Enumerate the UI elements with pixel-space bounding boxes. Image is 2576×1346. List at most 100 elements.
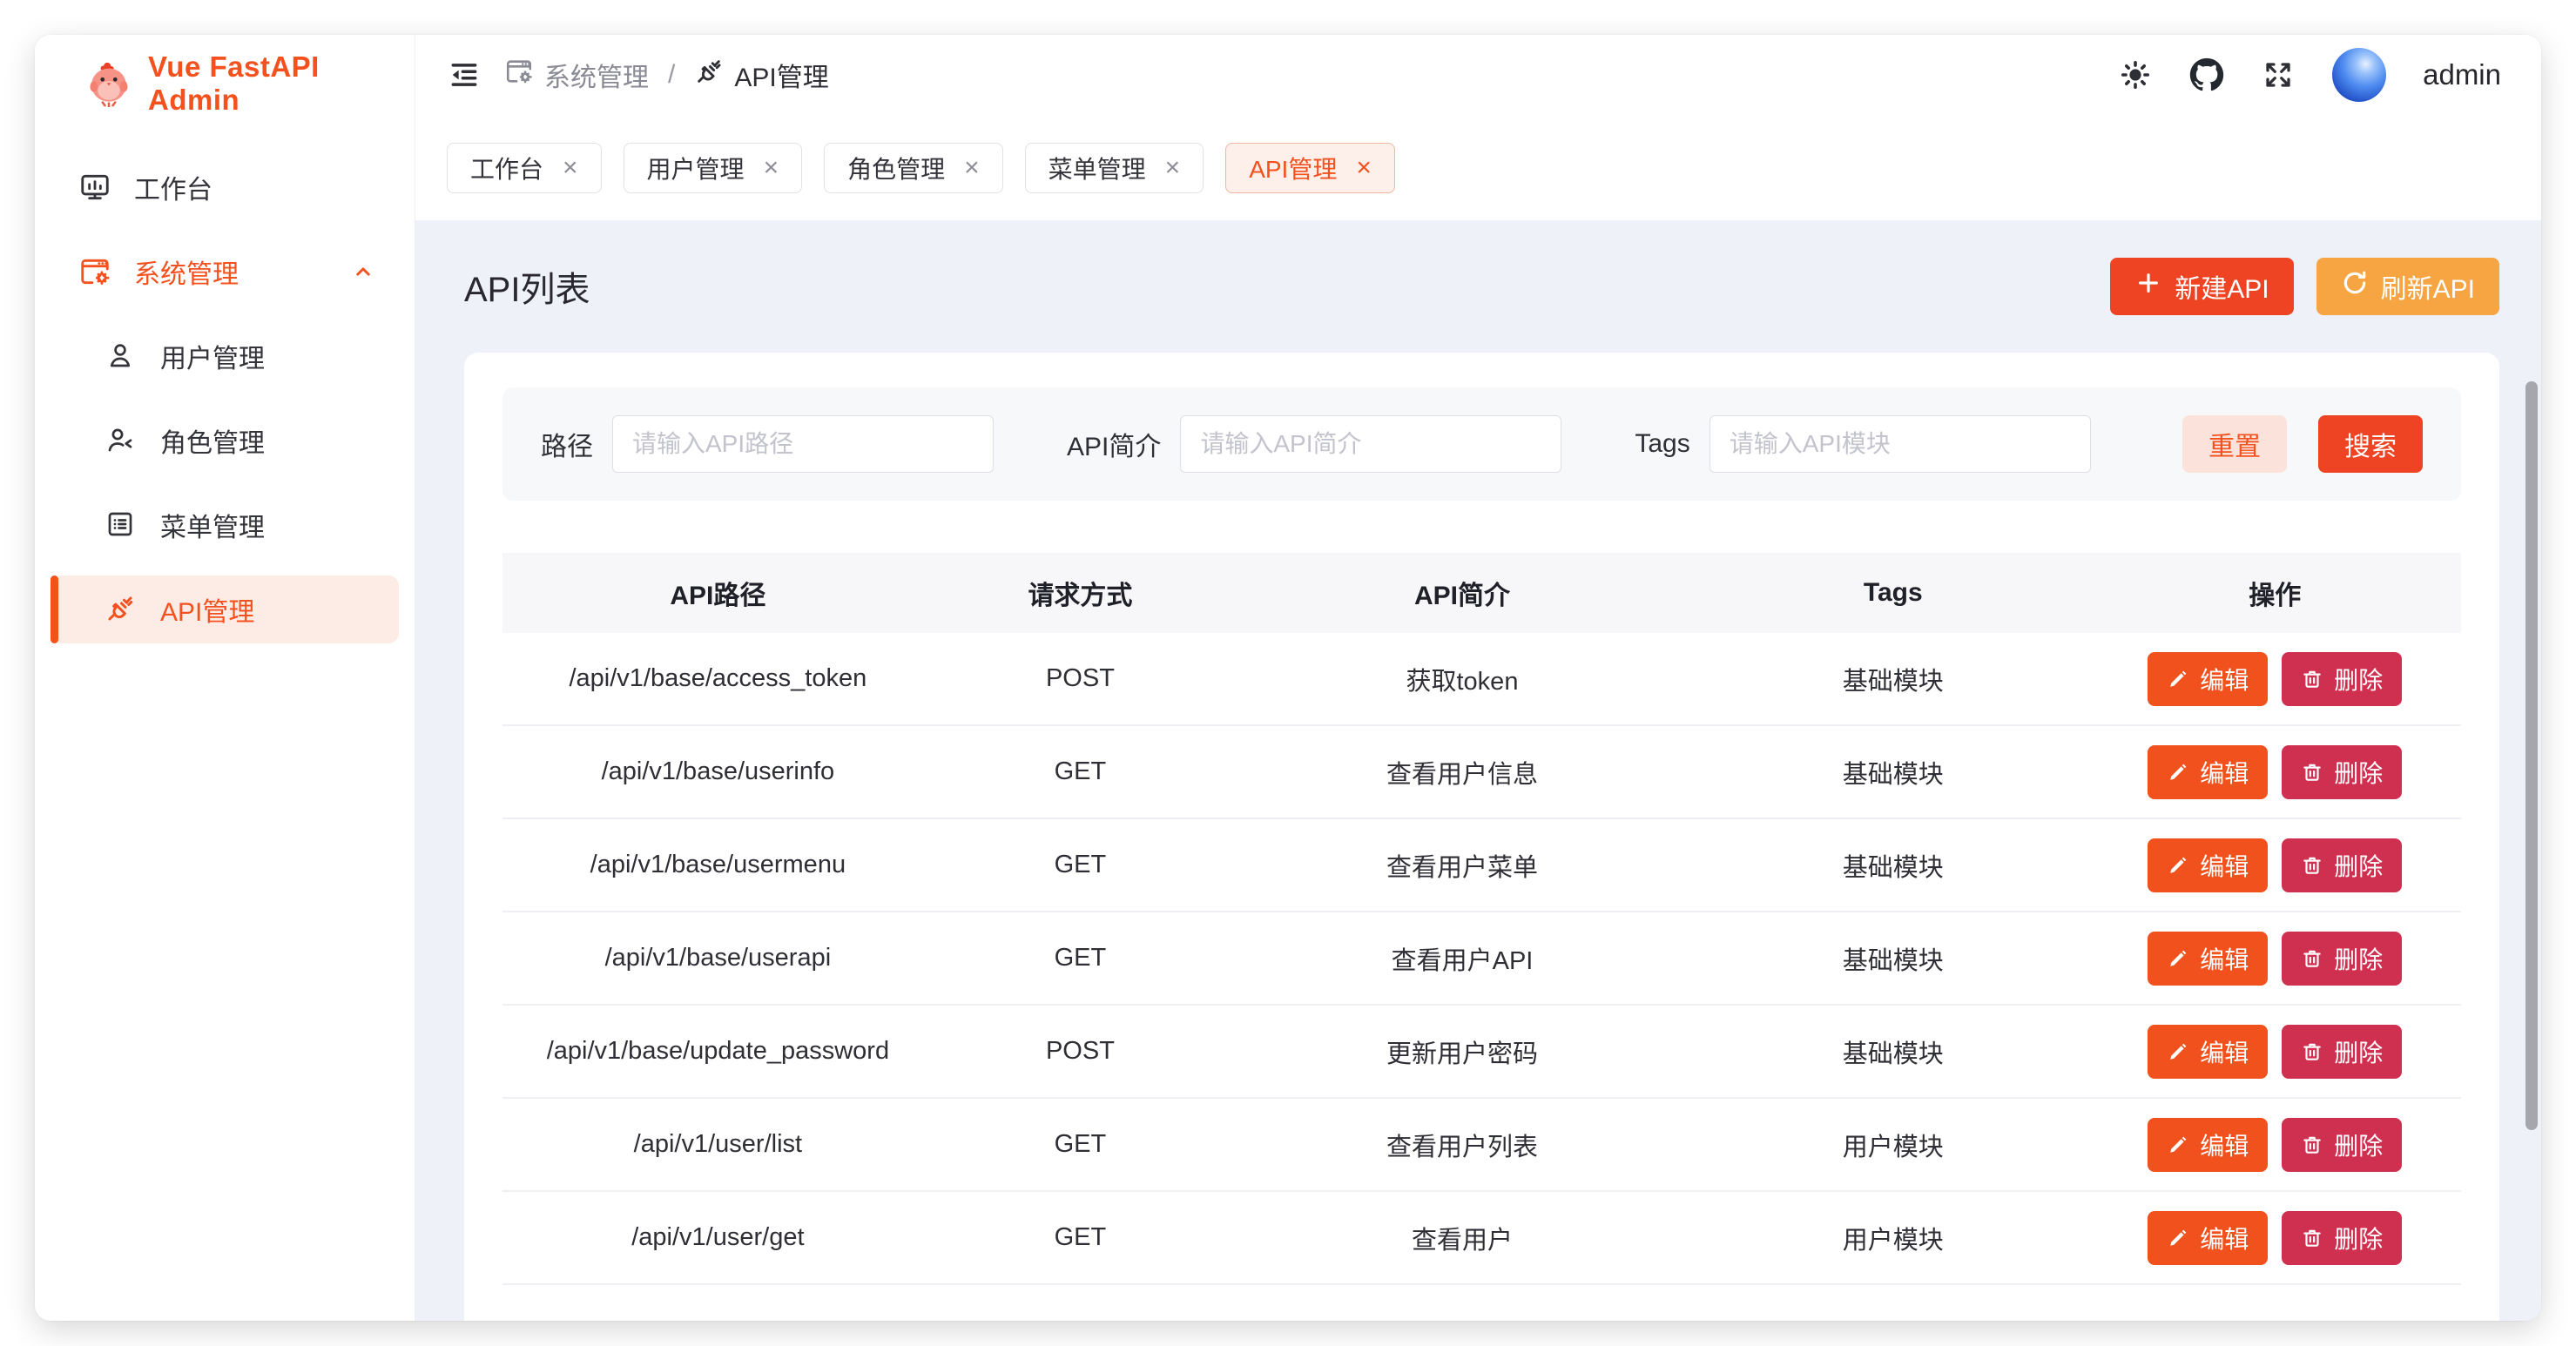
cell-path: /api/v1/base/update_password <box>502 1037 934 1066</box>
sidebar-collapse-icon[interactable] <box>447 57 482 92</box>
breadcrumb-separator: / <box>668 60 675 90</box>
create-api-label: 新建API <box>2175 267 2269 306</box>
tab-label: API管理 <box>1249 151 1337 185</box>
refresh-api-label: 刷新API <box>2381 267 2475 306</box>
sidebar-item-system[interactable]: 系统管理 <box>51 238 399 306</box>
app-window: Vue FastAPI Admin 工作台 <box>35 35 2541 1321</box>
tags-filter-input[interactable] <box>1709 415 2091 473</box>
cell-actions: 编辑 删除 <box>2089 1118 2461 1172</box>
cell-actions: 编辑 删除 <box>2089 745 2461 799</box>
col-header-actions: 操作 <box>2089 574 2461 612</box>
top-bar: 系统管理 / API管理 <box>415 35 2541 115</box>
edit-button[interactable]: 编辑 <box>2148 932 2268 986</box>
path-filter-label: 路径 <box>541 425 593 463</box>
breadcrumb-label: API管理 <box>734 56 828 94</box>
tab-menus[interactable]: 菜单管理 × <box>1025 143 1204 193</box>
cell-tags: 用户模块 <box>1697 1127 2089 1163</box>
create-api-button[interactable]: 新建API <box>2110 258 2293 315</box>
sidebar-item-menus[interactable]: 菜单管理 <box>51 491 399 559</box>
page-header: API列表 新建API <box>464 220 2499 353</box>
github-icon[interactable] <box>2189 57 2224 92</box>
delete-button[interactable]: 删除 <box>2282 1118 2402 1172</box>
col-header-path: API路径 <box>502 574 934 612</box>
topbar-actions: admin <box>2118 48 2501 102</box>
close-icon[interactable]: × <box>964 155 980 181</box>
sidebar-item-label: 系统管理 <box>134 252 239 291</box>
delete-button[interactable]: 删除 <box>2282 838 2402 892</box>
close-icon[interactable]: × <box>563 155 578 181</box>
cell-method: POST <box>934 664 1227 693</box>
tab-bar: 工作台 × 用户管理 × 角色管理 × 菜单管理 × API管理 × <box>415 115 2541 220</box>
cell-summary: 获取token <box>1227 661 1697 697</box>
delete-button[interactable]: 删除 <box>2282 652 2402 706</box>
tab-label: 菜单管理 <box>1049 151 1146 185</box>
tab-users[interactable]: 用户管理 × <box>624 143 803 193</box>
edit-button[interactable]: 编辑 <box>2148 1025 2268 1079</box>
path-filter-input[interactable] <box>612 415 994 473</box>
theme-sun-icon[interactable] <box>2118 57 2153 92</box>
tab-workbench[interactable]: 工作台 × <box>447 143 602 193</box>
user-icon <box>105 340 138 373</box>
logo[interactable]: Vue FastAPI Admin <box>35 35 415 132</box>
refresh-api-button[interactable]: 刷新API <box>2316 258 2499 315</box>
delete-button[interactable]: 删除 <box>2282 1025 2402 1079</box>
page-actions: 新建API 刷新API <box>2110 258 2499 315</box>
user-avatar[interactable] <box>2332 48 2386 102</box>
sidebar-item-workbench[interactable]: 工作台 <box>51 153 399 221</box>
plus-icon <box>2134 269 2162 304</box>
edit-button[interactable]: 编辑 <box>2148 652 2268 706</box>
sidebar-item-label: 菜单管理 <box>160 506 265 544</box>
close-icon[interactable]: × <box>1165 155 1181 181</box>
tab-label: 角色管理 <box>847 151 945 185</box>
api-plug-icon <box>105 593 138 626</box>
vertical-scrollbar-thumb[interactable] <box>2525 381 2538 1130</box>
username-label[interactable]: admin <box>2423 58 2501 91</box>
tab-roles[interactable]: 角色管理 × <box>824 143 1003 193</box>
cell-method: GET <box>934 851 1227 879</box>
cell-path: /api/v1/base/userinfo <box>502 757 934 786</box>
tab-api[interactable]: API管理 × <box>1225 143 1395 193</box>
fullscreen-icon[interactable] <box>2261 57 2296 92</box>
page-title: API列表 <box>464 261 590 312</box>
close-icon[interactable]: × <box>1356 155 1372 181</box>
breadcrumb: 系统管理 / API管理 <box>504 56 829 94</box>
cell-path: /api/v1/base/access_token <box>502 664 934 693</box>
delete-button[interactable]: 删除 <box>2282 932 2402 986</box>
col-header-summary: API简介 <box>1227 574 1697 612</box>
breadcrumb-item-system[interactable]: 系统管理 <box>504 56 649 94</box>
cell-path: /api/v1/user/list <box>502 1130 934 1159</box>
content-area: API列表 新建API <box>415 220 2541 1321</box>
cell-actions: 编辑 删除 <box>2089 838 2461 892</box>
edit-button[interactable]: 编辑 <box>2148 745 2268 799</box>
workbench-icon <box>78 171 111 204</box>
close-icon[interactable]: × <box>764 155 779 181</box>
cell-tags: 基础模块 <box>1697 1033 2089 1070</box>
search-button[interactable]: 搜索 <box>2318 415 2423 473</box>
edit-button[interactable]: 编辑 <box>2148 1118 2268 1172</box>
edit-button[interactable]: 编辑 <box>2148 1211 2268 1265</box>
reset-button[interactable]: 重置 <box>2182 415 2287 473</box>
delete-button[interactable]: 删除 <box>2282 1211 2402 1265</box>
edit-button[interactable]: 编辑 <box>2148 838 2268 892</box>
sidebar-item-api[interactable]: API管理 <box>51 575 399 643</box>
main-area: 系统管理 / API管理 <box>415 35 2541 1321</box>
tab-label: 用户管理 <box>647 151 745 185</box>
summary-filter-input[interactable] <box>1180 415 1561 473</box>
cell-summary: 查看用户列表 <box>1227 1127 1697 1163</box>
table-row: /api/v1/user/list GET 查看用户列表 用户模块 编辑 删除 <box>502 1099 2461 1192</box>
delete-button[interactable]: 删除 <box>2282 745 2402 799</box>
sidebar-item-users[interactable]: 用户管理 <box>51 322 399 390</box>
api-plug-icon <box>694 57 724 93</box>
table-row: /api/v1/base/access_token POST 获取token 基… <box>502 633 2461 726</box>
breadcrumb-item-api[interactable]: API管理 <box>694 56 828 94</box>
sidebar-item-roles[interactable]: 角色管理 <box>51 407 399 474</box>
cell-summary: 查看用户 <box>1227 1220 1697 1256</box>
cell-actions: 编辑 删除 <box>2089 932 2461 986</box>
summary-filter-label: API简介 <box>1067 425 1161 463</box>
col-header-method: 请求方式 <box>934 574 1227 612</box>
tags-filter-label: Tags <box>1635 429 1689 459</box>
sidebar-item-label: 用户管理 <box>160 337 265 375</box>
table-row: /api/v1/base/userapi GET 查看用户API 基础模块 编辑 <box>502 912 2461 1006</box>
col-header-tags: Tags <box>1697 578 2089 608</box>
cell-method: GET <box>934 757 1227 786</box>
